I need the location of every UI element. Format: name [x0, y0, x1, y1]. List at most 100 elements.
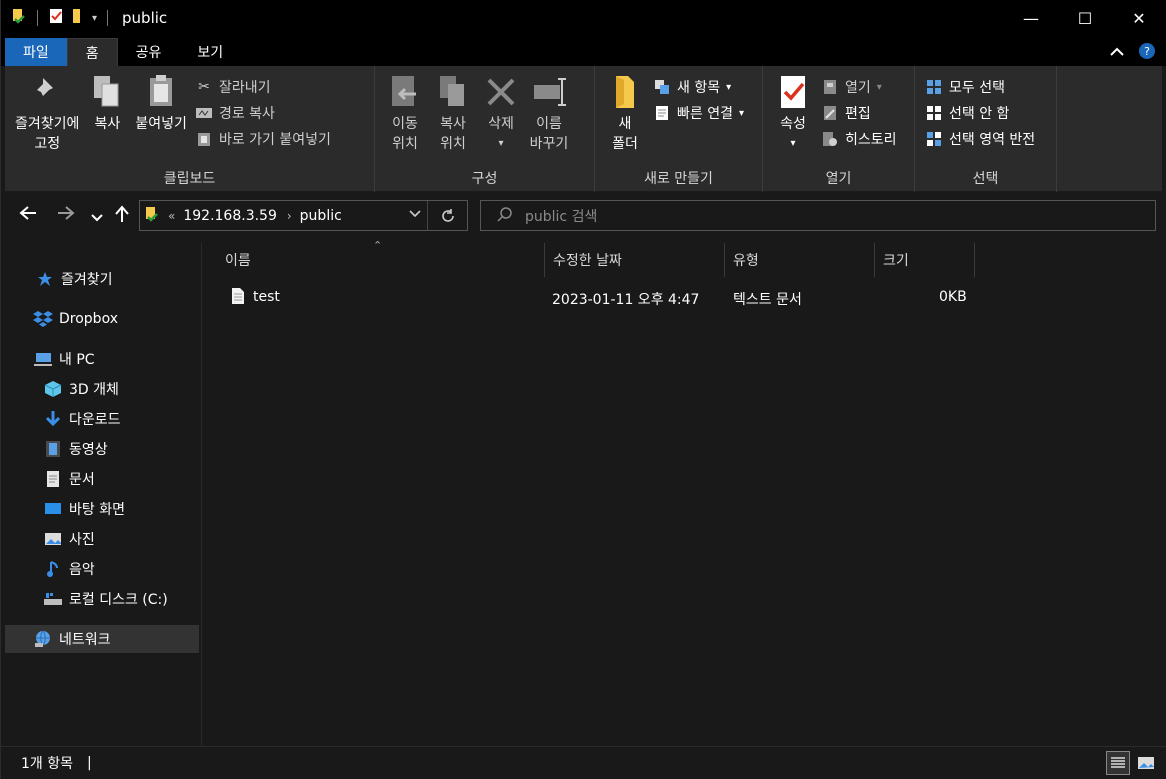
easy-access-button[interactable]: 빠른 연결 ▾ [653, 102, 744, 124]
delete-dropdown-icon[interactable]: ▾ [498, 134, 503, 154]
move-to-icon [385, 72, 425, 112]
help-icon[interactable]: ? [1138, 42, 1156, 64]
copy-path-label: 경로 복사 [218, 106, 275, 122]
tab-home[interactable]: 홈 [66, 38, 118, 66]
breadcrumb-chevron-icon[interactable]: › [287, 209, 292, 223]
dropbox-icon [33, 310, 53, 328]
file-row[interactable]: test 2023-01-11 오후 4:47 텍스트 문서 0KB [223, 285, 1163, 311]
address-dropdown-icon[interactable] [409, 207, 421, 223]
maximize-button[interactable]: ☐ [1058, 0, 1112, 36]
invert-selection-button[interactable]: 선택 영역 반전 [925, 128, 1035, 150]
column-header-type[interactable]: 유형 [725, 243, 875, 277]
select-group-label: 선택 [972, 171, 999, 187]
cut-button[interactable]: ✂ 잘라내기 [195, 76, 331, 98]
window-controls: — ☐ ✕ [1004, 0, 1166, 36]
sidebar-item-this-pc[interactable]: 내 PC [5, 345, 199, 373]
explorer-window: ▾ public — ☐ ✕ 파일 홈 공유 보기 ? 즐겨찾기에 고정 복사 … [0, 0, 1166, 779]
scissors-icon: ✂ [198, 79, 210, 95]
breadcrumb-overflow[interactable]: « [168, 209, 175, 223]
ribbon-home: 즐겨찾기에 고정 복사 붙여넣기 ✂ 잘라내기 경로 복사 바로 가기 붙여넣기… [5, 66, 1162, 192]
network-folder-icon [144, 205, 160, 227]
ribbon-controls: ? [1110, 42, 1156, 64]
column-header-size[interactable]: 크기 [875, 243, 975, 277]
star-icon [35, 270, 55, 288]
forward-arrow-icon[interactable] [57, 205, 75, 226]
properties-dropdown-icon[interactable]: ▾ [790, 134, 795, 154]
open-button[interactable]: 열기 ▾ [821, 76, 897, 98]
copy-path-button[interactable]: 경로 복사 [195, 102, 331, 124]
qat-dropdown-icon[interactable]: ▾ [92, 13, 97, 24]
group-open: 속성 ▾ 열기 ▾ 편집 히스토리 열기 [763, 66, 915, 192]
cube-icon [43, 380, 63, 398]
tab-file[interactable]: 파일 [5, 38, 67, 66]
svg-text:?: ? [1144, 45, 1150, 58]
search-box[interactable]: public 검색 [480, 200, 1156, 231]
sidebar-item-dropbox[interactable]: Dropbox [5, 305, 199, 333]
sidebar-item-quick-access[interactable]: 즐겨찾기 [5, 265, 199, 293]
details-view-icon[interactable] [1106, 751, 1130, 775]
history-button[interactable]: 히스토리 [821, 128, 897, 150]
sidebar-item-videos[interactable]: 동영상 [5, 435, 199, 463]
select-all-button[interactable]: 모두 선택 [925, 76, 1035, 98]
edit-button[interactable]: 편집 [821, 102, 897, 124]
sidebar-item-music[interactable]: 음악 [5, 555, 199, 583]
select-all-icon [925, 78, 943, 96]
organize-group-label: 구성 [471, 171, 498, 187]
title-bar: ▾ public — ☐ ✕ [1, 0, 1166, 36]
sidebar-item-label: Dropbox [59, 311, 118, 327]
breadcrumb-host[interactable]: 192.168.3.59 [183, 208, 277, 224]
properties-icon[interactable] [48, 8, 64, 28]
new-item-label: 새 항목 [677, 80, 721, 96]
select-none-label: 선택 안 함 [949, 106, 1010, 122]
group-new: 새 폴더 새 항목 ▾ 빠른 연결 ▾ 새로 만들기 [595, 66, 763, 192]
refresh-icon[interactable] [427, 201, 467, 230]
minimize-button[interactable]: — [1004, 0, 1058, 36]
qat-divider [37, 10, 38, 26]
sidebar-item-3d-objects[interactable]: 3D 개체 [5, 375, 199, 403]
title-divider [107, 10, 109, 26]
sidebar-item-desktop[interactable]: 바탕 화면 [5, 495, 199, 523]
select-none-button[interactable]: 선택 안 함 [925, 102, 1035, 124]
breadcrumb-public[interactable]: public [300, 208, 342, 224]
up-arrow-icon[interactable] [115, 205, 129, 228]
sidebar-item-documents[interactable]: 문서 [5, 465, 199, 493]
network-icon [33, 630, 53, 648]
pin-icon [27, 72, 67, 112]
back-arrow-icon[interactable] [19, 205, 37, 226]
paste-shortcut-button[interactable]: 바로 가기 붙여넣기 [195, 128, 331, 150]
large-icons-view-icon[interactable] [1134, 751, 1158, 775]
collapse-ribbon-icon[interactable] [1110, 45, 1124, 61]
sidebar-item-local-disk[interactable]: 로컬 디스크 (C:) [5, 585, 199, 613]
column-header-name[interactable]: 이름 [217, 243, 545, 277]
navigation-pane: 즐겨찾기 Dropbox 내 PC 3D 개체 다운로드 동영상 문서 바탕 화… [1, 243, 202, 746]
new-folder-label-line1: 새 [618, 116, 632, 132]
open-dropdown-icon: ▾ [876, 81, 882, 93]
address-bar[interactable]: « 192.168.3.59 › public [139, 200, 468, 231]
sidebar-item-downloads[interactable]: 다운로드 [5, 405, 199, 433]
quick-access-toolbar: ▾ public [1, 0, 167, 36]
open-icon [821, 78, 839, 96]
download-icon [43, 410, 63, 428]
column-header-date-modified[interactable]: 수정한 날짜 [545, 243, 725, 277]
close-button[interactable]: ✕ [1112, 0, 1166, 36]
new-item-button[interactable]: 새 항목 ▾ [653, 76, 744, 98]
tab-view[interactable]: 보기 [179, 38, 241, 66]
rename-label-line1: 이름 [536, 116, 562, 132]
desktop-icon [43, 500, 63, 518]
recent-locations-icon[interactable] [91, 207, 103, 228]
easy-access-label: 빠른 연결 [677, 106, 733, 122]
sidebar-item-pictures[interactable]: 사진 [5, 525, 199, 553]
navigation-bar: « 192.168.3.59 › public public 검색 [1, 193, 1166, 243]
video-icon [43, 440, 63, 458]
copy-to-label-line2: 위치 [440, 136, 466, 152]
sidebar-item-network[interactable]: 네트워크 [5, 625, 199, 653]
tab-share[interactable]: 공유 [118, 38, 180, 66]
rename-icon [529, 72, 569, 112]
sidebar-item-label: 로컬 디스크 (C:) [69, 592, 168, 608]
sidebar-item-label: 바탕 화면 [69, 502, 125, 518]
edit-icon [821, 104, 839, 122]
search-icon [497, 206, 513, 226]
new-item-dropdown-icon: ▾ [726, 81, 732, 93]
new-folder-icon[interactable] [70, 8, 86, 28]
open-group-label: 열기 [825, 171, 852, 187]
